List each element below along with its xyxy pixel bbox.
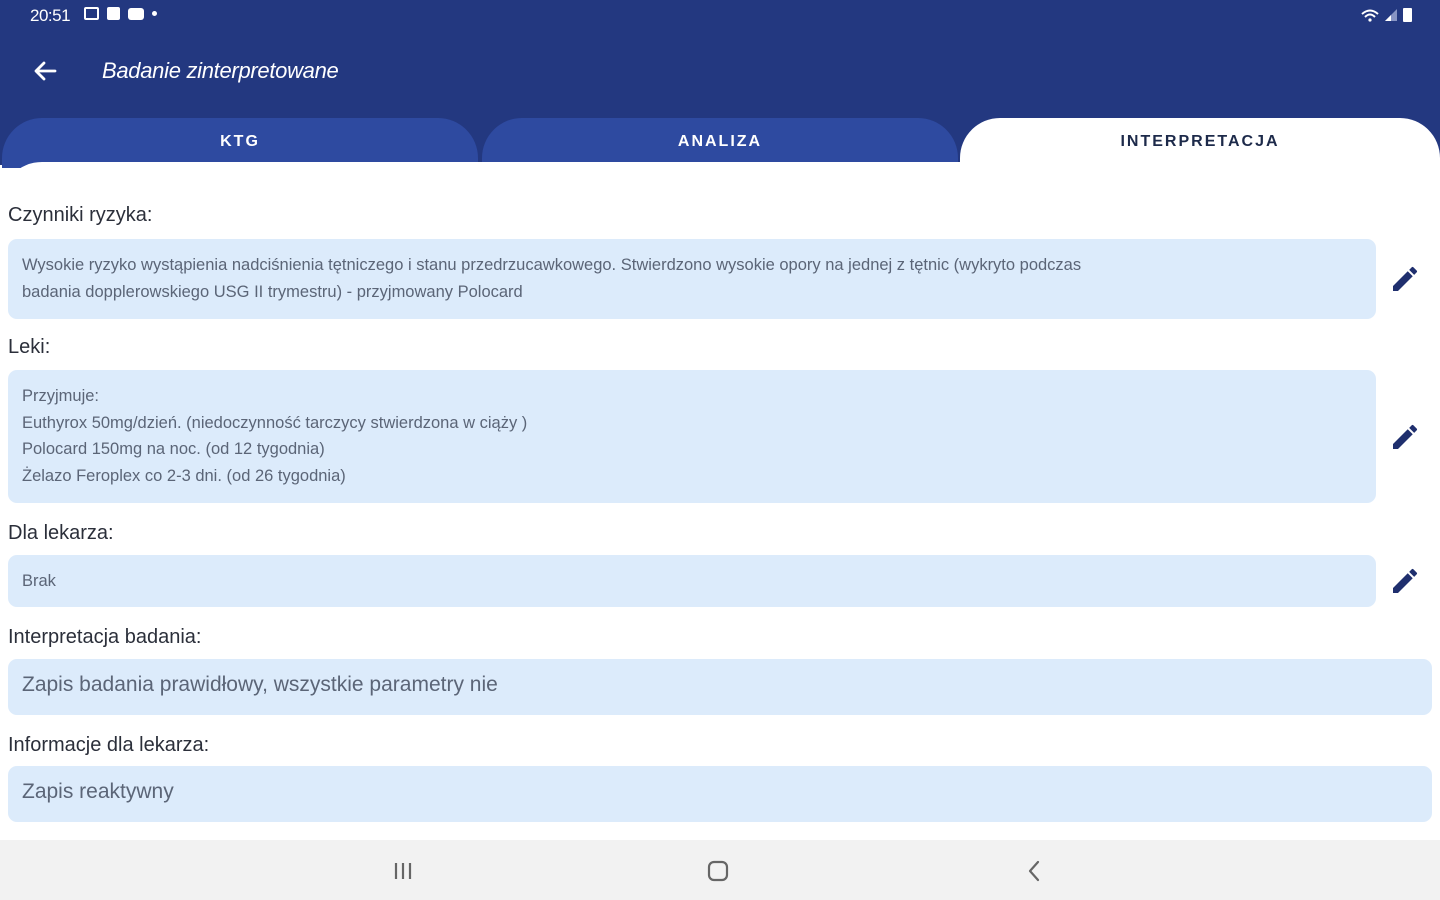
exam-interpretation-value: Zapis badania prawidłowy, wszystkie para… <box>22 673 498 696</box>
home-button[interactable] <box>703 858 733 884</box>
exam-interpretation-field[interactable]: Zapis badania prawidłowy, wszystkie para… <box>8 659 1432 715</box>
risk-factors-line: Wysokie ryzyko wystąpienia nadciśnienia … <box>22 256 1082 274</box>
risk-factors-label: Czynniki ryzyka: <box>8 204 153 226</box>
risk-factors-field: Wysokie ryzyko wystąpienia nadciśnienia … <box>8 239 1376 319</box>
tab-bar: KTG ANALIZA INTERPRETACJA <box>0 118 1440 170</box>
nav-back-button[interactable] <box>1020 858 1050 884</box>
pencil-icon <box>1393 266 1418 291</box>
edit-medications-button[interactable] <box>1386 418 1424 456</box>
doctor-info-value: Zapis reaktywny <box>22 780 174 803</box>
for-doctor-label: Dla lekarza: <box>8 522 114 544</box>
status-system-icons <box>1361 8 1412 22</box>
status-bar: 20:51 <box>0 0 1440 32</box>
dot-icon <box>152 11 157 16</box>
back-icon <box>1028 860 1040 882</box>
status-time: 20:51 <box>30 6 71 25</box>
exam-interpretation-label: Interpretacja badania: <box>8 626 202 648</box>
medications-label: Leki: <box>8 336 51 358</box>
arrow-left-icon <box>34 61 57 81</box>
recent-apps-icon <box>394 863 412 879</box>
battery-icon <box>1403 8 1412 22</box>
app-header: 20:51 Badanie zinterpretowane KTG ANALIZ… <box>0 0 1440 170</box>
page-title: Badanie zinterpretowane <box>102 58 339 83</box>
risk-factors-line: badania dopplerowskiego USG II trymestru… <box>22 282 523 301</box>
for-doctor-value: Brak <box>22 572 56 590</box>
medications-line: Żelazo Feroplex co 2-3 dni. (od 26 tygod… <box>22 466 346 485</box>
pencil-icon <box>1393 568 1418 593</box>
home-icon <box>707 860 729 882</box>
youtube-icon <box>128 7 144 20</box>
signal-icon <box>1385 9 1397 21</box>
for-doctor-field: Brak <box>8 555 1376 607</box>
doctor-info-field[interactable]: Zapis reaktywny <box>8 766 1432 822</box>
edit-for-doctor-button[interactable] <box>1386 562 1424 600</box>
image-icon <box>84 7 99 20</box>
medications-line: Przyjmuje: <box>22 387 100 405</box>
wifi-icon <box>1361 9 1379 22</box>
tab-ktg[interactable]: KTG <box>2 118 478 168</box>
medications-line: Euthyrox 50mg/dzień. (niedoczynność tarc… <box>22 413 528 432</box>
interpretation-content: Czynniki ryzyka: Wysokie ryzyko wystąpie… <box>0 162 1440 840</box>
medications-line: Polocard 150mg na noc. (od 12 tygodnia) <box>22 440 325 458</box>
tab-analiza[interactable]: ANALIZA <box>482 118 958 168</box>
back-button[interactable] <box>30 56 60 86</box>
medications-field: Przyjmuje: Euthyrox 50mg/dzień. (niedocz… <box>8 370 1376 503</box>
edit-risk-factors-button[interactable] <box>1386 260 1424 298</box>
system-nav-bar <box>0 840 1440 900</box>
doctor-info-label: Informacje dla lekarza: <box>8 734 210 756</box>
recent-apps-button[interactable] <box>388 858 418 884</box>
status-notification-icons <box>84 7 157 20</box>
message-icon <box>107 7 120 20</box>
pencil-icon <box>1393 424 1418 449</box>
